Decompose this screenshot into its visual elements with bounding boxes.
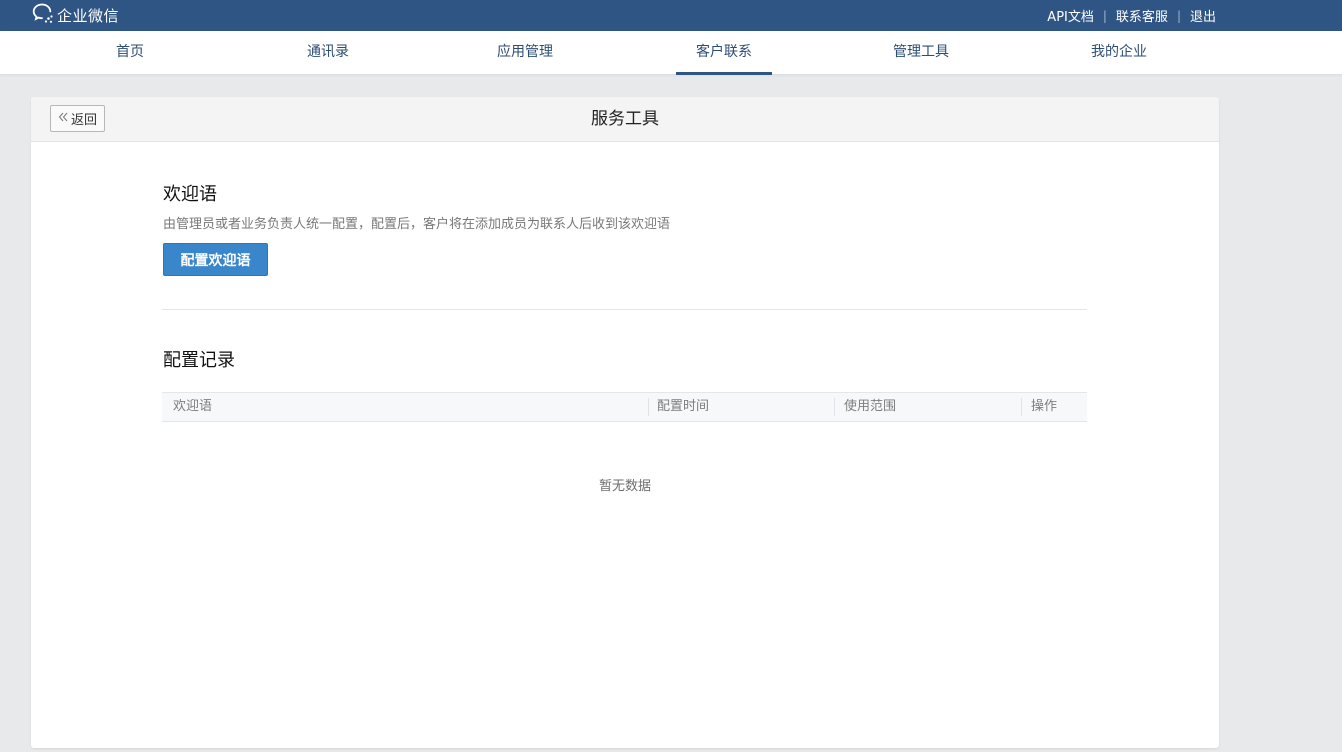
logout-link[interactable]: 退出: [1190, 6, 1216, 25]
nav-item-customer-contact[interactable]: 客户联系: [676, 31, 772, 75]
double-chevron-left-icon: [58, 111, 71, 126]
logo[interactable]: 企业微信: [31, 3, 119, 27]
page-title: 服务工具: [591, 109, 659, 129]
nav-item-management-tools[interactable]: 管理工具: [875, 31, 967, 75]
back-button-label: 返回: [70, 113, 97, 128]
active-nav-indicator: [676, 72, 772, 75]
nav-item-contacts[interactable]: 通讯录: [282, 31, 374, 75]
column-divider: [648, 398, 649, 416]
service-tools-panel: 服务工具 返回 欢迎语 由管理员或者业务负责人统一配置，配置后，客户将在添加成员…: [31, 97, 1219, 748]
column-divider: [834, 398, 835, 416]
section-divider: [162, 309, 1087, 310]
back-button[interactable]: 返回: [50, 105, 105, 132]
nav-item-app-management[interactable]: 应用管理: [479, 31, 571, 75]
welcome-description: 由管理员或者业务负责人统一配置，配置后，客户将在添加成员为联系人后收到该欢迎语: [163, 217, 671, 232]
empty-state-text: 暂无数据: [598, 479, 651, 494]
welcome-section-title: 欢迎语: [163, 184, 217, 205]
api-docs-link[interactable]: API文档: [1047, 6, 1094, 25]
column-header-scope: 使用范围: [844, 399, 897, 414]
panel-header: 服务工具 返回: [31, 97, 1219, 142]
contact-support-link[interactable]: 联系客服: [1116, 6, 1168, 25]
configure-welcome-button[interactable]: 配置欢迎语: [163, 243, 268, 276]
top-bar: 企业微信 API文档 | 联系客服 | 退出: [0, 0, 1342, 31]
logo-text: 企业微信: [57, 6, 120, 25]
link-divider: |: [1176, 8, 1181, 23]
wecom-logo-icon: [31, 2, 55, 28]
column-divider: [1021, 398, 1022, 416]
top-links: API文档 | 联系客服 | 退出: [1047, 0, 1216, 31]
records-section-title: 配置记录: [163, 350, 235, 371]
link-divider: |: [1102, 8, 1107, 23]
nav-item-my-enterprise[interactable]: 我的企业: [1073, 31, 1165, 75]
records-table-header: 欢迎语 配置时间 使用范围 操作: [162, 392, 1087, 422]
column-header-actions: 操作: [1031, 399, 1058, 414]
column-header-welcome: 欢迎语: [173, 399, 213, 414]
main-nav: 首页 通讯录 应用管理 客户联系 管理工具 我的企业: [0, 31, 1342, 75]
column-header-config-time: 配置时间: [657, 399, 710, 414]
nav-item-home[interactable]: 首页: [84, 31, 176, 75]
